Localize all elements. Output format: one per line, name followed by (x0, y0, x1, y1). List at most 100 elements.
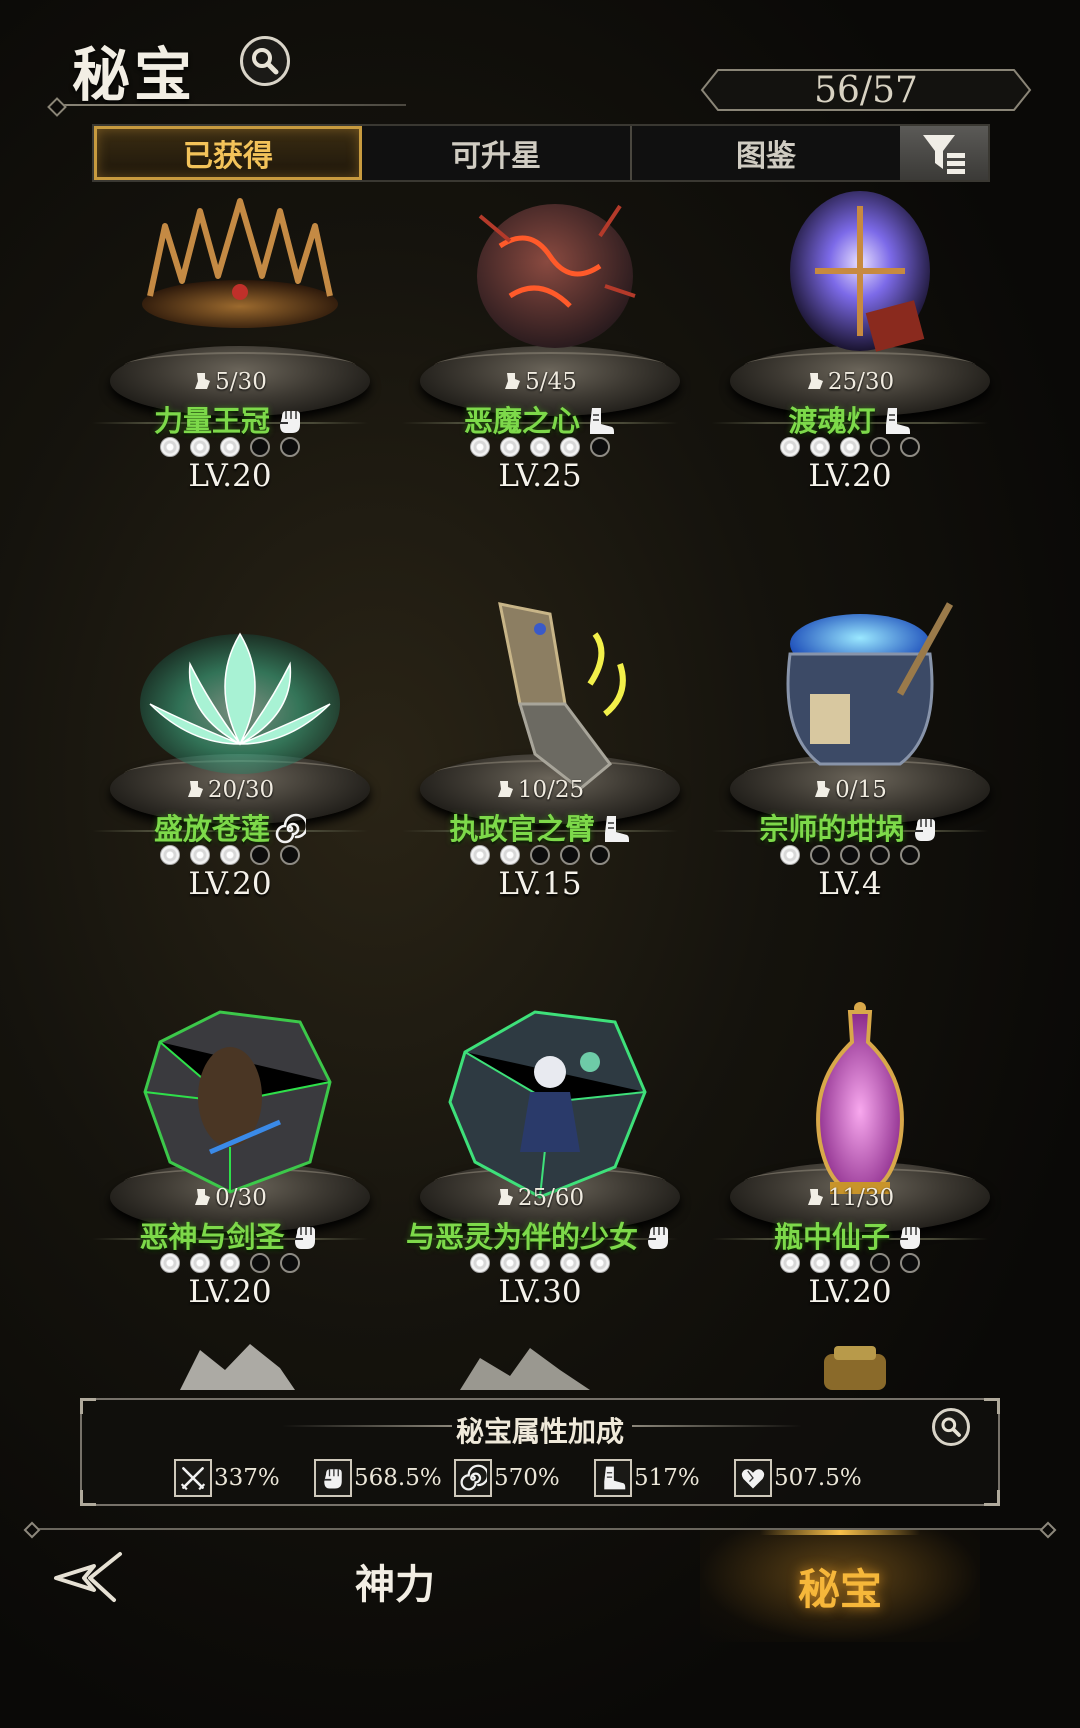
star-filled-icon (160, 844, 180, 865)
item-level: LV.20 (808, 1274, 892, 1310)
fragment-count-text: 5/45 (525, 369, 577, 395)
item-level: LV.20 (188, 458, 272, 494)
bonus-stat-value: 517% (634, 1465, 700, 1491)
fist-icon (289, 1221, 321, 1253)
star-filled-icon (190, 844, 210, 865)
star-rating (80, 1252, 380, 1273)
boot-icon (599, 813, 631, 845)
title-divider (56, 104, 406, 106)
star-filled-icon (160, 1252, 180, 1273)
item-artwork (750, 1002, 970, 1202)
star-rating (390, 436, 690, 457)
collection-count: 56/57 (700, 68, 1032, 112)
treasure-item[interactable]: 25/60 与恶灵为伴的少女 LV.30 (390, 1002, 690, 1332)
star-empty-icon (590, 844, 610, 865)
star-empty-icon (840, 844, 860, 865)
fragment-icon (497, 1189, 513, 1205)
item-name: 瓶中仙子 (773, 1220, 890, 1254)
tab-obtained[interactable]: 已获得 (94, 126, 362, 180)
star-filled-icon (840, 436, 860, 457)
fragment-count-text: 25/30 (827, 369, 895, 395)
item-level: LV.20 (188, 1274, 272, 1310)
star-filled-icon (530, 1252, 550, 1273)
treasure-item[interactable]: 5/45 恶魔之心 LV.25 (390, 186, 690, 516)
treasure-item[interactable]: 20/30 盛放苍莲 LV.20 (80, 594, 380, 924)
star-filled-icon (780, 844, 800, 865)
tab-collection[interactable]: 图鉴 (632, 126, 900, 180)
item-name: 执政官之臂 (449, 812, 595, 846)
item-level: LV.4 (818, 866, 882, 902)
item-name: 恶魔之心 (463, 404, 580, 438)
bonus-title: 秘宝属性加成 (455, 1415, 624, 1448)
item-artwork (440, 186, 660, 386)
star-empty-icon (810, 844, 830, 865)
item-name-row: 恶魔之心 (390, 398, 690, 438)
star-filled-icon (500, 1252, 520, 1273)
fragment-count: 5/45 (390, 369, 690, 395)
search-icon (941, 1417, 961, 1437)
back-button[interactable] (50, 1548, 130, 1608)
partial-item-art (460, 1340, 590, 1390)
item-level: LV.20 (808, 458, 892, 494)
item-artwork (440, 1002, 660, 1202)
star-filled-icon (500, 844, 520, 865)
item-name-row: 执政官之臂 (390, 806, 690, 846)
tab-upgradable[interactable]: 可升星 (362, 126, 632, 180)
search-button[interactable] (240, 36, 290, 86)
star-rating (700, 436, 1000, 457)
star-filled-icon (810, 1252, 830, 1273)
partial-item-art (810, 1340, 900, 1390)
treasure-item[interactable]: 0/30 恶神与剑圣 LV.20 (80, 1002, 380, 1332)
fragment-icon (195, 1189, 211, 1205)
treasure-item[interactable]: 5/30 力量王冠 LV.20 (80, 186, 380, 516)
item-artwork (440, 594, 660, 794)
item-level: LV.20 (188, 866, 272, 902)
star-filled-icon (500, 436, 520, 457)
star-filled-icon (190, 1252, 210, 1273)
treasure-item[interactable]: 11/30 瓶中仙子 LV.20 (700, 1002, 1000, 1332)
item-level: LV.30 (498, 1274, 582, 1310)
star-filled-icon (470, 844, 490, 865)
fragment-count: 25/60 (390, 1185, 690, 1211)
star-filled-icon (780, 436, 800, 457)
treasure-item[interactable]: 25/30 渡魂灯 LV.20 (700, 186, 1000, 516)
bonus-stat: 568.5% (314, 1458, 442, 1498)
treasure-item[interactable]: 0/15 宗师的坩埚 LV.4 (700, 594, 1000, 924)
item-artwork (130, 186, 350, 386)
item-artwork (130, 594, 350, 794)
star-empty-icon (870, 1252, 890, 1273)
fragment-icon (807, 1189, 823, 1205)
star-filled-icon (560, 1252, 580, 1273)
bonus-info-button[interactable] (932, 1408, 970, 1446)
star-rating (80, 844, 380, 865)
star-filled-icon (810, 436, 830, 457)
tab-bar: 已获得 可升星 图鉴 (92, 124, 990, 182)
star-empty-icon (250, 844, 270, 865)
star-empty-icon (870, 844, 890, 865)
fist-icon (642, 1221, 674, 1253)
item-level: LV.25 (498, 458, 582, 494)
fragment-count: 20/30 (80, 777, 380, 803)
treasure-item[interactable]: 10/25 执政官之臂 LV.15 (390, 594, 690, 924)
page-title: 秘宝 (72, 41, 197, 109)
star-empty-icon (250, 1252, 270, 1273)
item-name: 与恶灵为伴的少女 (405, 1220, 638, 1254)
item-name-row: 瓶中仙子 (700, 1214, 1000, 1254)
swirl-icon (454, 1459, 492, 1497)
item-name: 宗师的坩埚 (759, 812, 905, 846)
swirl-icon (274, 813, 309, 845)
filter-button[interactable] (900, 126, 988, 180)
fragment-count-text: 11/30 (827, 1185, 895, 1211)
nav-tab-treasure[interactable]: 秘宝 (700, 1530, 980, 1642)
fragment-icon (497, 781, 513, 797)
bonus-stat: 517% (594, 1458, 700, 1498)
star-filled-icon (220, 1252, 240, 1273)
bonus-stat: 507.5% (734, 1458, 862, 1498)
bonus-stat-value: 507.5% (774, 1465, 862, 1491)
nav-tab-power[interactable]: 神力 (330, 1552, 460, 1610)
fragment-count-text: 0/15 (835, 777, 887, 803)
star-filled-icon (840, 1252, 860, 1273)
item-name: 力量王冠 (153, 404, 270, 438)
item-name-row: 与恶灵为伴的少女 (390, 1214, 690, 1254)
star-rating (390, 1252, 690, 1273)
